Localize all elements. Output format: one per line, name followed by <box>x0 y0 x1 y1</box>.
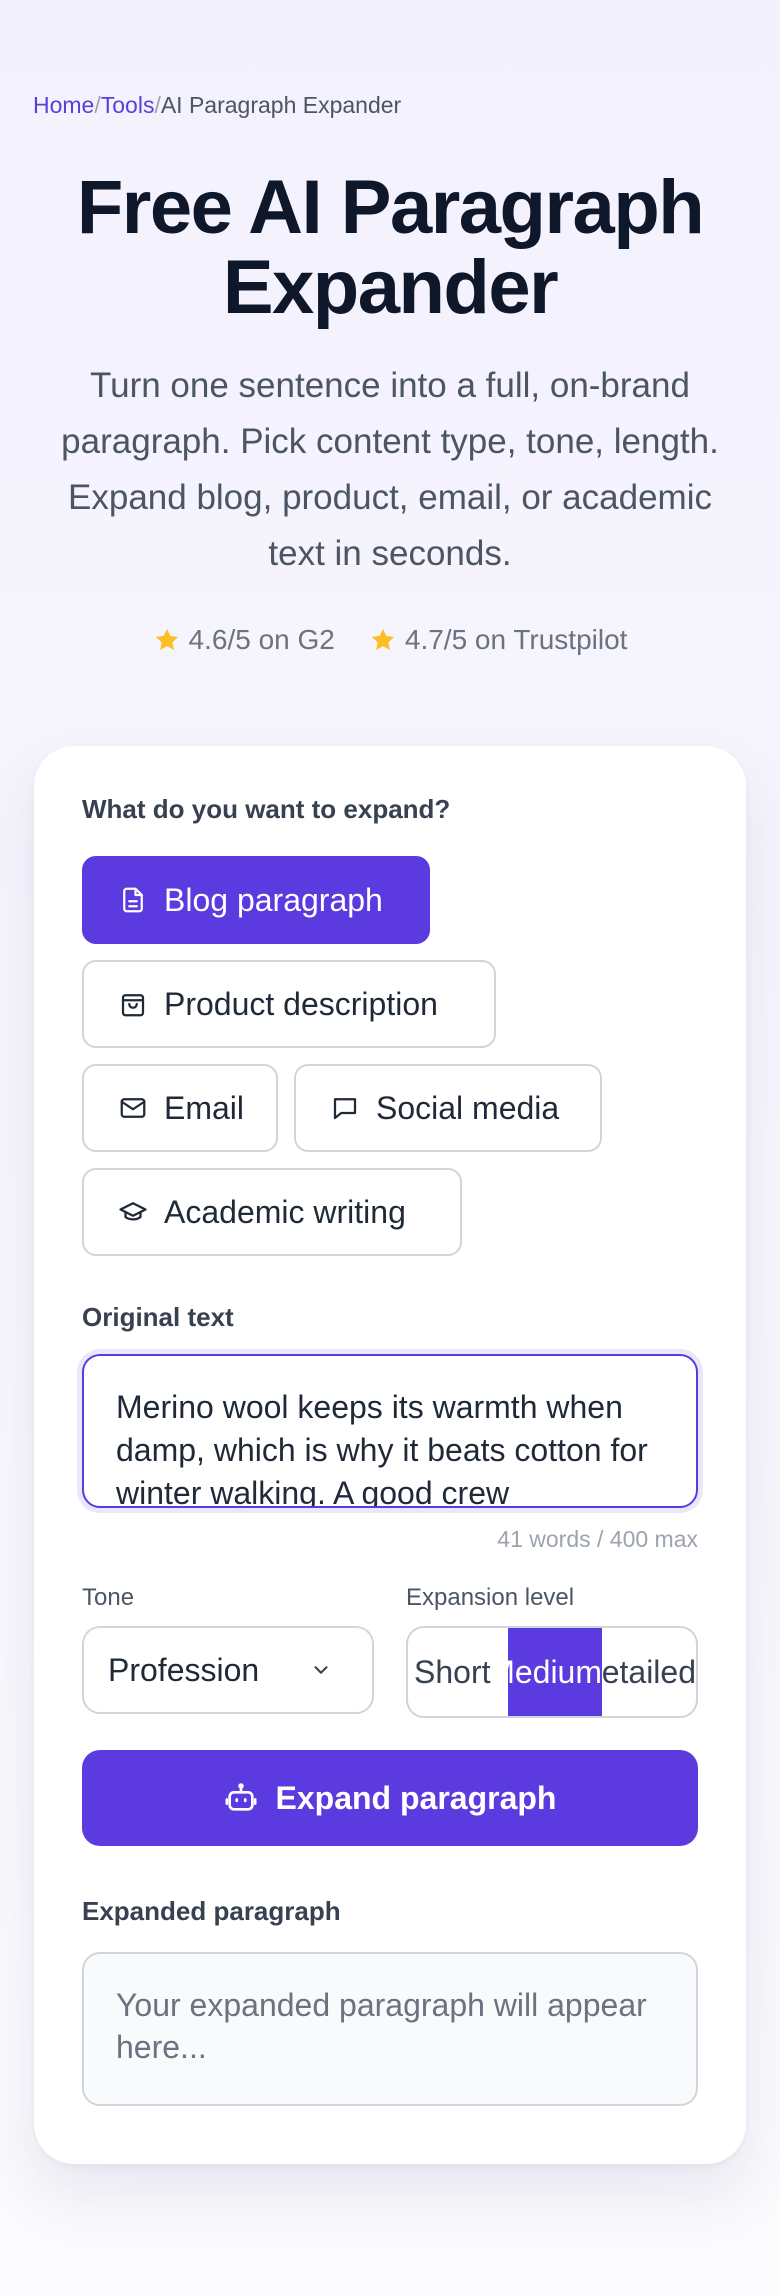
chip-label: Academic writing <box>164 1193 406 1230</box>
expansion-level-label: Expansion level <box>406 1584 575 1611</box>
expansion-option-short[interactable]: Short <box>408 1628 508 1716</box>
chip-label: Blog paragraph <box>164 881 383 918</box>
chip-academic-writing[interactable]: Academic writing <box>82 1168 462 1256</box>
breadcrumb-current: AI Paragraph Expander <box>160 92 402 118</box>
chat-bubble-icon <box>333 1098 357 1120</box>
expand-button-label: Expand paragraph <box>275 1779 557 1816</box>
tone-select[interactable]: Profession <box>82 1626 374 1714</box>
tone-select-value: Profession <box>108 1651 260 1688</box>
chip-label: Social media <box>376 1089 560 1126</box>
star-icon <box>371 628 394 651</box>
original-text-input[interactable]: Merino wool keeps its warmth when damp, … <box>82 1354 698 1508</box>
expansion-level-toggle: Short Medium Detailed <box>406 1626 698 1718</box>
chip-label: Product description <box>164 985 438 1022</box>
expanded-paragraph-output[interactable]: Your expanded paragraph will appear here… <box>82 1952 698 2106</box>
ratings-row: 4.6/5 on G2 4.7/5 on Trustpilot <box>0 624 780 656</box>
rating-text: 4.7/5 on Trustpilot <box>404 624 628 655</box>
mail-icon <box>120 1098 146 1118</box>
expansion-option-medium[interactable]: Medium <box>508 1628 602 1716</box>
chip-product-description[interactable]: Product description <box>82 960 496 1048</box>
breadcrumb-home-link[interactable]: Home <box>33 92 94 119</box>
document-icon <box>123 887 143 913</box>
shopping-bag-icon <box>121 994 145 1017</box>
tone-label: Tone <box>82 1584 135 1611</box>
graduation-cap-icon <box>119 1202 147 1221</box>
content-type-label: What do you want to expand? <box>82 794 451 824</box>
expand-paragraph-button[interactable]: Expand paragraph <box>82 1750 698 1846</box>
chevron-down-icon <box>314 1666 328 1674</box>
expansion-option-detailed[interactable]: Detailed <box>602 1628 696 1716</box>
breadcrumb: Home / Tools / AI Paragraph Expander <box>33 92 401 119</box>
chip-blog-paragraph[interactable]: Blog paragraph <box>82 856 430 944</box>
expander-card: What do you want to expand? Blog paragra… <box>34 746 746 2164</box>
star-icon <box>155 628 178 651</box>
page-title: Free AI Paragraph Expander <box>76 165 705 330</box>
page-subtitle: Turn one sentence into a full, on-brand … <box>61 366 719 573</box>
word-counter: 41 words / 400 max <box>497 1526 698 1552</box>
expanded-paragraph-label: Expanded paragraph <box>82 1896 341 1926</box>
breadcrumb-tools-link[interactable]: Tools <box>101 92 155 119</box>
original-text-label: Original text <box>82 1302 234 1332</box>
rating-text: 4.6/5 on G2 <box>188 624 335 655</box>
robot-icon <box>225 1783 257 1811</box>
chip-label: Email <box>164 1089 245 1126</box>
chip-email[interactable]: Email <box>82 1064 278 1152</box>
chip-social-media[interactable]: Social media <box>294 1064 602 1152</box>
rating-trustpilot: 4.7/5 on Trustpilot <box>369 624 628 656</box>
rating-g2: 4.6/5 on G2 <box>153 624 335 656</box>
